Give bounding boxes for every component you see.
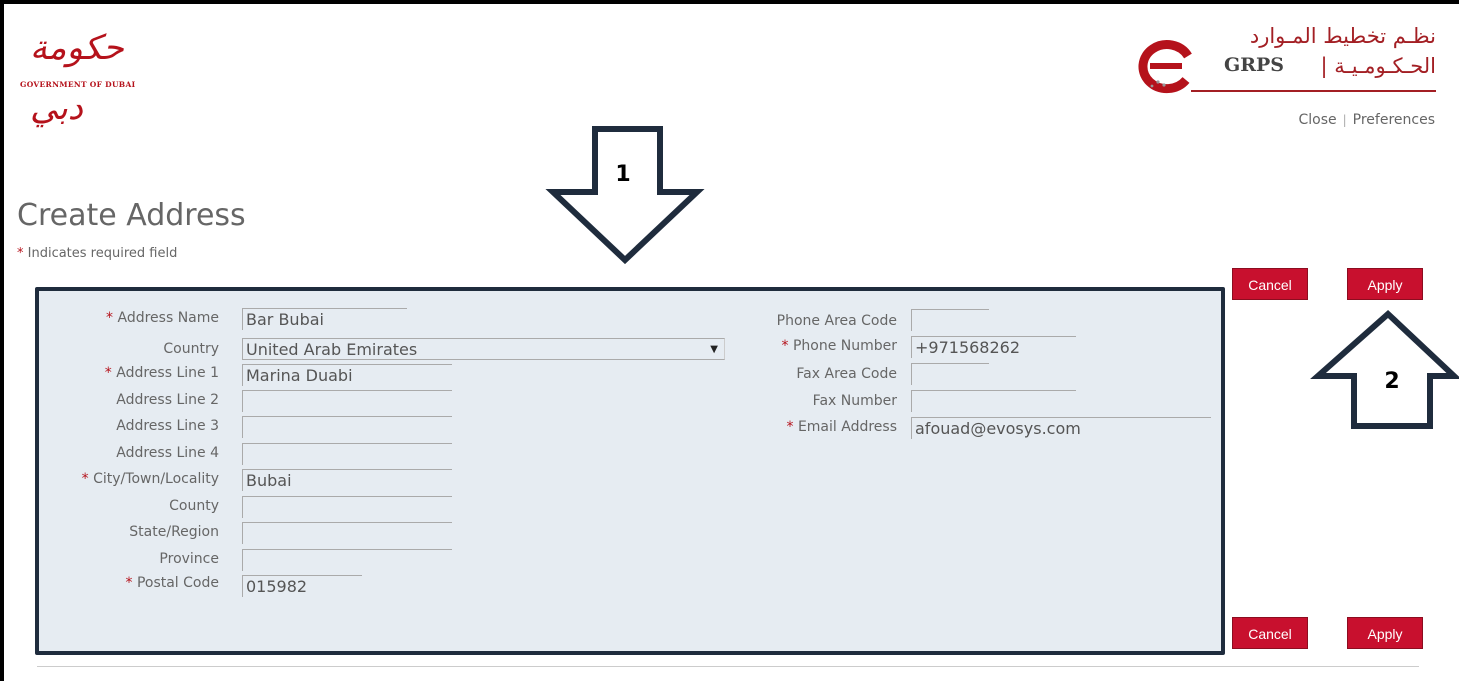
required-star: *: [104, 365, 112, 381]
gov-logo-english: GOVERNMENT OF DUBAI: [20, 80, 136, 89]
page-title: Create Address: [17, 198, 246, 233]
dropdown-caret-icon[interactable]: ▼: [710, 339, 718, 359]
preferences-link[interactable]: Preferences: [1353, 112, 1435, 128]
grps-arabic-subtitle: | الحـكـومـيـة: [1320, 54, 1436, 78]
fax-area-code-label: Fax Area Code: [796, 366, 897, 382]
country-select-value: United Arab Emirates: [246, 340, 418, 359]
required-star: *: [81, 471, 89, 487]
postal-code-label: * Postal Code: [125, 575, 219, 591]
address-line-4-label: Address Line 4: [116, 445, 219, 461]
arrow-1-label: 1: [615, 162, 630, 187]
phone-area-code-label: Phone Area Code: [776, 313, 897, 329]
down-arrow-annotation-icon: 1: [545, 126, 705, 265]
apply-button-bottom[interactable]: Apply: [1347, 617, 1423, 649]
city-label-text: City/Town/Locality: [93, 471, 219, 487]
county-label: County: [169, 498, 219, 514]
phone-number-label: * Phone Number: [781, 338, 897, 354]
address-name-label: * Address Name: [106, 310, 219, 326]
arrow-2-label: 2: [1384, 369, 1399, 394]
grps-e-logo-icon: [1138, 40, 1192, 94]
state-region-field[interactable]: [242, 522, 452, 544]
grps-underline: [1191, 90, 1436, 92]
fax-number-label: Fax Number: [812, 393, 897, 409]
required-star: *: [125, 575, 133, 591]
country-select[interactable]: United Arab Emirates ▼: [242, 338, 725, 360]
country-label: Country: [163, 341, 219, 357]
province-label: Province: [159, 551, 219, 567]
postal-code-field[interactable]: 015982: [242, 575, 362, 597]
address-line-1-label-text: Address Line 1: [116, 365, 219, 381]
required-star: *: [781, 338, 789, 354]
fax-number-field[interactable]: [911, 390, 1076, 412]
required-star: *: [786, 419, 794, 435]
gov-logo-arabic: حكومة دبي: [30, 28, 124, 128]
cancel-button-bottom[interactable]: Cancel: [1232, 617, 1308, 649]
address-name-field[interactable]: Bar Bubai: [242, 308, 407, 330]
address-line-2-field[interactable]: [242, 390, 452, 412]
up-arrow-annotation-icon: 2: [1310, 309, 1459, 429]
bottom-divider: [37, 666, 1419, 667]
top-links: Close | Preferences: [1298, 112, 1435, 128]
fax-area-code-field[interactable]: [911, 363, 989, 385]
required-star: *: [106, 310, 114, 326]
grps-arabic-title: نظـم تخطيط المـوارد: [1249, 24, 1436, 48]
county-field[interactable]: [242, 496, 452, 518]
province-field[interactable]: [242, 549, 452, 571]
city-field[interactable]: Bubai: [242, 469, 452, 491]
address-line-3-label: Address Line 3: [116, 418, 219, 434]
phone-number-field[interactable]: +971568262: [911, 336, 1076, 358]
link-separator: |: [1342, 113, 1347, 127]
address-line-4-field[interactable]: [242, 443, 452, 465]
phone-number-label-text: Phone Number: [792, 338, 897, 354]
postal-code-label-text: Postal Code: [136, 575, 219, 591]
address-line-1-field[interactable]: Marina Duabi: [242, 364, 452, 386]
apply-button-top[interactable]: Apply: [1347, 268, 1423, 300]
city-label: * City/Town/Locality: [82, 471, 219, 487]
address-line-2-label: Address Line 2: [116, 392, 219, 408]
email-address-label-text: Email Address: [797, 419, 897, 435]
grps-latin-title: GRPS: [1224, 54, 1285, 76]
address-line-1-label: * Address Line 1: [105, 365, 219, 381]
address-line-3-field[interactable]: [242, 416, 452, 438]
cancel-button-top[interactable]: Cancel: [1232, 268, 1308, 300]
address-name-label-text: Address Name: [117, 310, 219, 326]
email-address-label: * Email Address: [787, 419, 898, 435]
address-form-panel: * Address Name Bar Bubai Country United …: [35, 287, 1225, 655]
close-link[interactable]: Close: [1298, 112, 1336, 128]
grps-logo: نظـم تخطيط المـوارد GRPS | الحـكـومـيـة: [1136, 24, 1436, 100]
state-region-label: State/Region: [129, 524, 219, 540]
required-note-text: Indicates required field: [23, 246, 178, 261]
government-of-dubai-logo: حكومة دبي GOVERNMENT OF DUBAI: [20, 18, 180, 128]
required-field-note: * Indicates required field: [17, 246, 177, 261]
phone-area-code-field[interactable]: [911, 309, 989, 331]
email-address-field[interactable]: afouad@evosys.com: [911, 417, 1211, 439]
